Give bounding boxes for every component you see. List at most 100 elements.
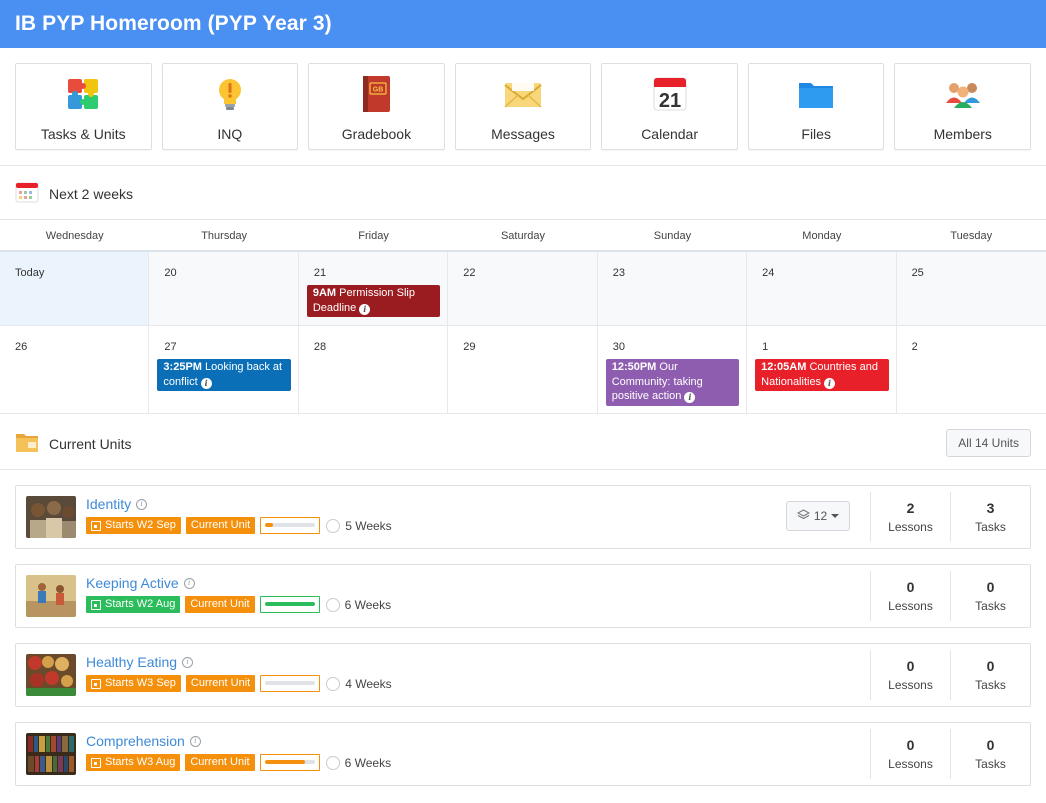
calendar-cell[interactable]: 30 12:50PM Our Community: taking positiv… bbox=[597, 326, 748, 414]
lessons-label: Lessons bbox=[888, 678, 933, 692]
unit-card[interactable]: Keeping Active i Starts W2 Aug Current U… bbox=[15, 564, 1031, 628]
folder-small-icon bbox=[15, 430, 39, 457]
gradebook-icon: GB bbox=[356, 74, 396, 114]
unit-thumbnail bbox=[26, 496, 76, 538]
layers-icon bbox=[796, 508, 810, 524]
calendar-cell[interactable]: 1 12:05AM Countries and Nationalities i bbox=[747, 326, 897, 414]
calendar-cell[interactable]: 25 bbox=[896, 252, 1046, 326]
tile-inq[interactable]: INQ bbox=[161, 63, 299, 150]
layers-dropdown-button[interactable]: 12 bbox=[786, 501, 850, 531]
info-icon[interactable]: i bbox=[684, 392, 696, 403]
cell-date: Today bbox=[15, 267, 45, 279]
unit-stats: 0 Lessons 0 Tasks bbox=[870, 565, 1030, 627]
calendar-tag-icon bbox=[91, 520, 101, 531]
calendar-cell[interactable]: 24 bbox=[747, 252, 897, 326]
event-time: 3:25PM bbox=[163, 361, 202, 373]
unit-card[interactable]: Identity i Starts W2 Sep Current Unit 5 … bbox=[15, 485, 1031, 549]
unit-stats: 0 Lessons 0 Tasks bbox=[870, 723, 1030, 785]
lessons-count: 0 bbox=[906, 658, 915, 674]
page-title: IB PYP Homeroom (PYP Year 3) bbox=[15, 12, 332, 35]
status-badge: Current Unit bbox=[185, 596, 255, 613]
calendar-cell[interactable]: 20 bbox=[149, 252, 299, 326]
lessons-stat[interactable]: 2 Lessons bbox=[870, 492, 950, 542]
clock-icon bbox=[326, 518, 341, 533]
cell-date: 27 bbox=[164, 341, 177, 353]
clock-icon bbox=[325, 597, 340, 612]
tasks-stat[interactable]: 0 Tasks bbox=[950, 571, 1030, 621]
unit-title-link[interactable]: Comprehension i bbox=[86, 733, 201, 749]
tile-label: Messages bbox=[491, 126, 555, 142]
unit-tags: Starts W2 Aug Current Unit 6 Weeks bbox=[86, 596, 391, 613]
tile-files[interactable]: Files bbox=[747, 63, 885, 150]
calendar-cell[interactable]: 27 3:25PM Looking back at conflict i bbox=[149, 326, 299, 414]
calendar-event[interactable]: 12:05AM Countries and Nationalities i bbox=[755, 359, 889, 391]
calendar-cell[interactable]: 26 bbox=[0, 326, 150, 414]
info-icon[interactable]: i bbox=[182, 656, 194, 668]
progress-fill bbox=[265, 523, 273, 527]
unit-title: Healthy Eating bbox=[86, 654, 178, 670]
unit-progress-bar bbox=[260, 675, 321, 692]
tasks-stat[interactable]: 0 Tasks bbox=[950, 650, 1030, 700]
status-badge: Current Unit bbox=[185, 675, 256, 692]
calendar-event[interactable]: 12:50PM Our Community: taking positive a… bbox=[605, 359, 740, 406]
calendar-cell[interactable]: 22 bbox=[448, 252, 598, 326]
cell-date: 29 bbox=[463, 341, 476, 353]
cell-date: 21 bbox=[313, 267, 327, 279]
tile-messages[interactable]: Messages bbox=[454, 63, 592, 150]
lessons-stat[interactable]: 0 Lessons bbox=[870, 650, 950, 700]
unit-duration: 6 Weeks bbox=[325, 597, 391, 612]
tile-label: Calendar bbox=[641, 126, 699, 142]
starts-tag: Starts W3 Sep bbox=[86, 675, 181, 692]
cell-date: 24 bbox=[762, 267, 775, 279]
unit-tags: Starts W3 Sep Current Unit 4 Weeks bbox=[86, 675, 392, 692]
calendar-day-headers: Wednesday Thursday Friday Saturday Sunda… bbox=[0, 220, 1046, 252]
cell-date: 26 bbox=[15, 341, 28, 353]
info-icon[interactable]: i bbox=[824, 377, 836, 389]
tasks-stat[interactable]: 0 Tasks bbox=[950, 729, 1030, 779]
progress-fill bbox=[264, 760, 305, 764]
weeks-text: 6 Weeks bbox=[344, 755, 392, 770]
tile-calendar[interactable]: 21 Calendar bbox=[601, 63, 738, 150]
unit-title-link[interactable]: Healthy Eating i bbox=[86, 654, 194, 670]
calendar-heading: Next 2 weeks bbox=[15, 181, 133, 206]
clock-icon bbox=[325, 755, 340, 770]
event-time: 12:05AM bbox=[761, 361, 807, 373]
calendar-event[interactable]: 9AM Permission Slip Deadline i bbox=[306, 285, 441, 317]
unit-card[interactable]: Comprehension i Starts W3 Aug Current Un… bbox=[15, 722, 1031, 786]
cell-date: 22 bbox=[463, 267, 476, 279]
info-icon[interactable]: i bbox=[200, 377, 212, 389]
calendar-cell-today[interactable]: Today bbox=[0, 252, 150, 326]
calendar-event[interactable]: 3:25PM Looking back at conflict i bbox=[157, 359, 291, 391]
unit-duration: 5 Weeks bbox=[326, 518, 392, 533]
tile-members[interactable]: Members bbox=[894, 63, 1032, 150]
info-icon[interactable]: i bbox=[136, 498, 148, 510]
tasks-stat[interactable]: 3 Tasks bbox=[950, 492, 1030, 542]
unit-title-link[interactable]: Identity i bbox=[86, 496, 148, 512]
calendar-tag-icon bbox=[91, 757, 101, 768]
tile-label: INQ bbox=[217, 126, 243, 142]
tasks-label: Tasks bbox=[975, 678, 1006, 692]
cell-date: 28 bbox=[313, 341, 327, 353]
tile-tasks-units[interactable]: Tasks & Units bbox=[15, 63, 152, 150]
all-units-button[interactable]: All 14 Units bbox=[946, 429, 1031, 457]
unit-title-link[interactable]: Keeping Active i bbox=[86, 575, 195, 591]
calendar-cell[interactable]: 21 9AM Permission Slip Deadline i bbox=[298, 252, 449, 326]
event-time: 9AM bbox=[312, 287, 337, 299]
unit-progress-bar bbox=[260, 517, 321, 534]
tile-gradebook[interactable]: GB Gradebook bbox=[308, 63, 445, 150]
lessons-stat[interactable]: 0 Lessons bbox=[870, 729, 950, 779]
envelope-icon bbox=[503, 74, 543, 114]
calendar-cell[interactable]: 2 bbox=[896, 326, 1046, 414]
calendar-cell[interactable]: 29 bbox=[448, 326, 598, 414]
unit-card[interactable]: Healthy Eating i Starts W3 Sep Current U… bbox=[15, 643, 1031, 707]
tile-label: Files bbox=[801, 126, 831, 142]
layers-count: 12 bbox=[813, 509, 828, 523]
tasks-label: Tasks bbox=[975, 757, 1006, 771]
info-icon[interactable]: i bbox=[189, 735, 201, 747]
info-icon[interactable]: i bbox=[359, 303, 371, 315]
lessons-stat[interactable]: 0 Lessons bbox=[870, 571, 950, 621]
calendar-cell[interactable]: 23 bbox=[597, 252, 748, 326]
unit-stats: 2 Lessons 3 Tasks bbox=[870, 486, 1030, 548]
info-icon[interactable]: i bbox=[183, 577, 195, 589]
calendar-cell[interactable]: 28 bbox=[298, 326, 449, 414]
